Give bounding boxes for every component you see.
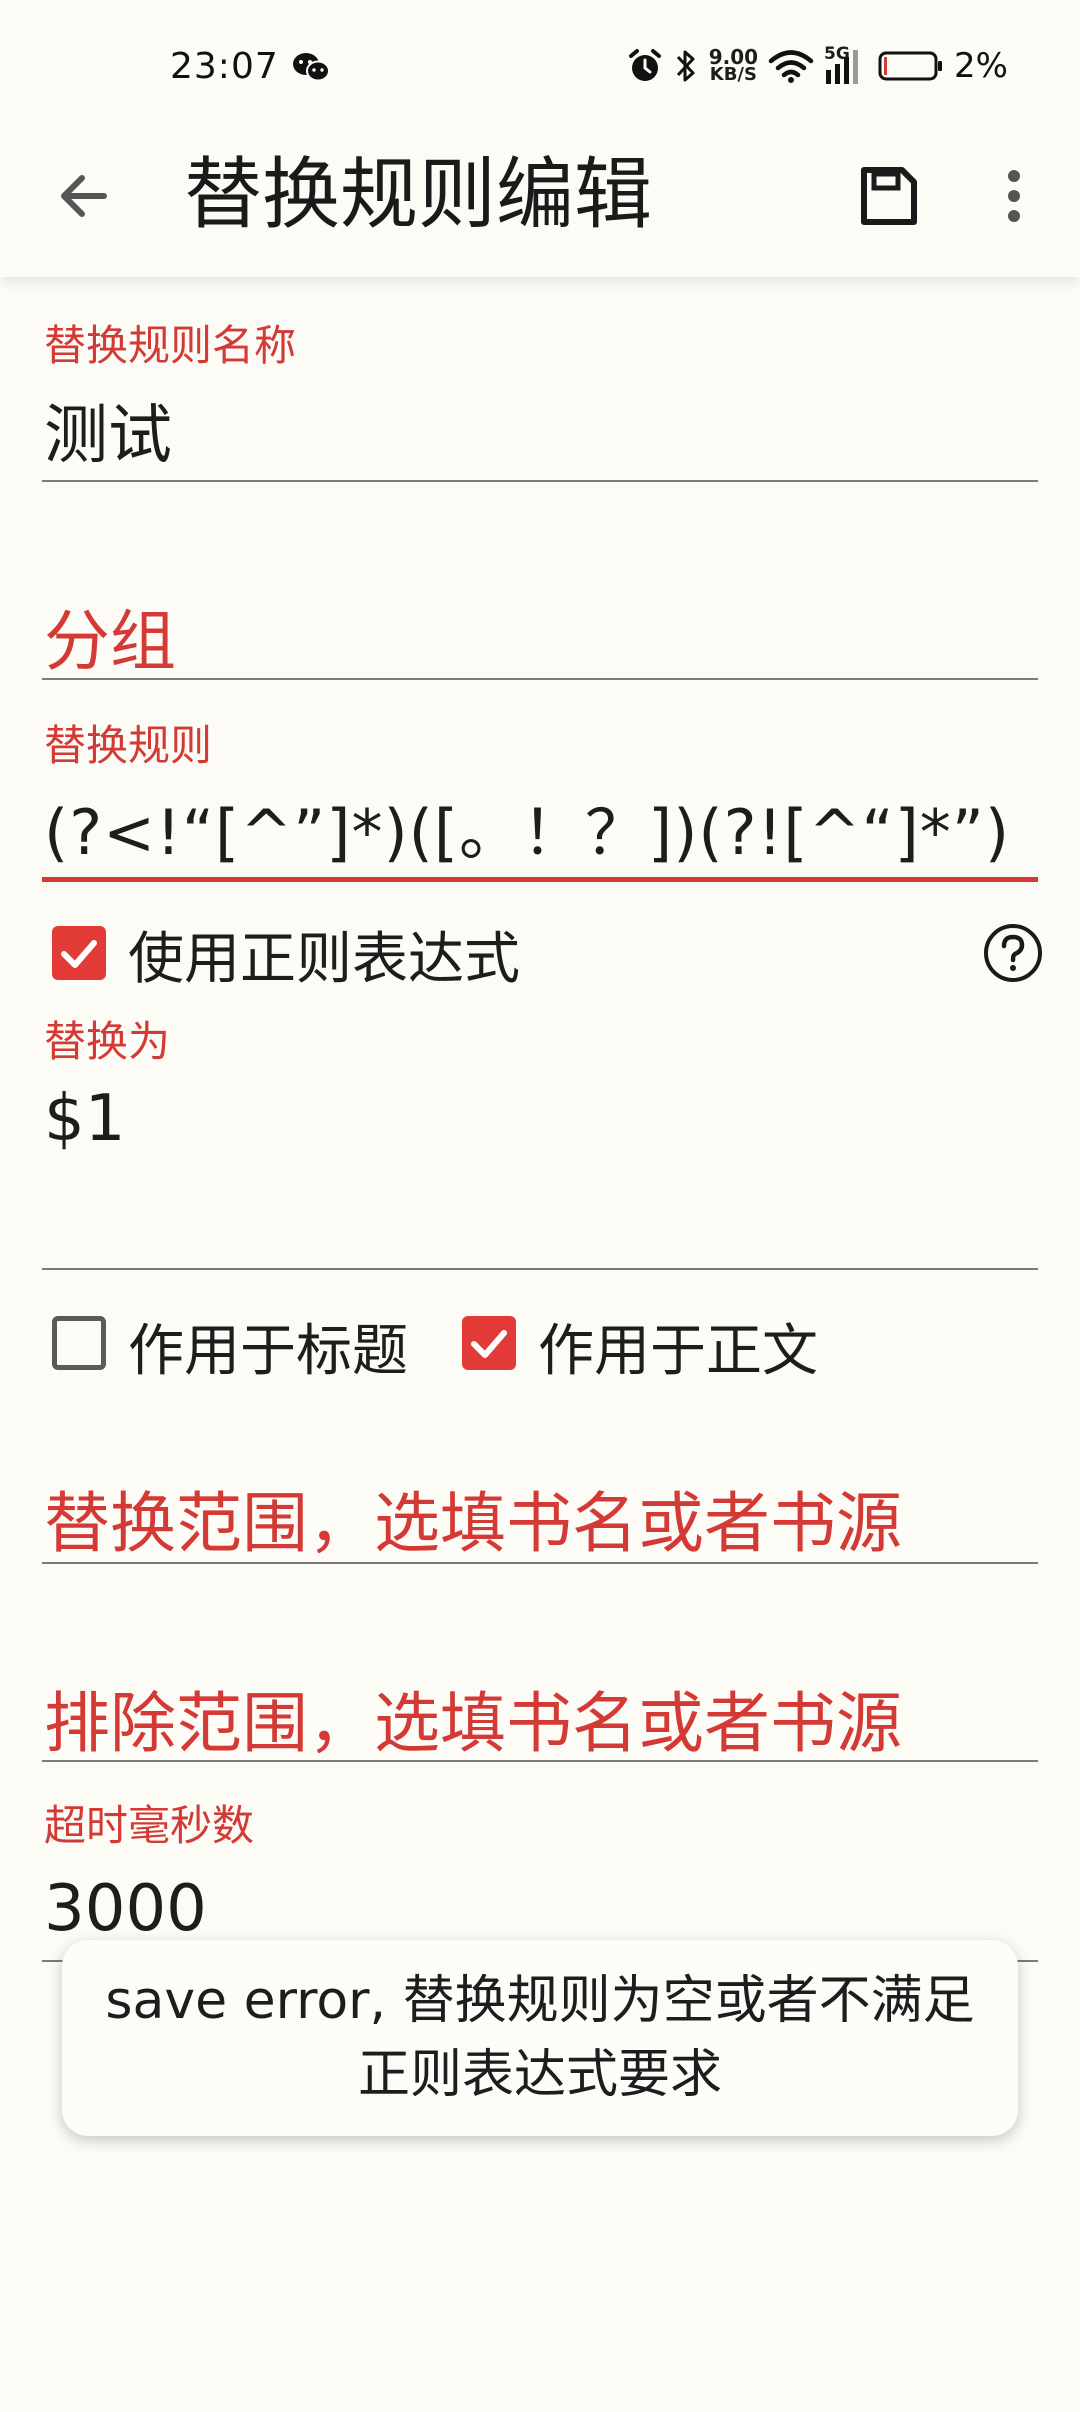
more-vert-icon[interactable] [1000,162,1028,230]
replacement-input[interactable]: $1 [44,1082,125,1156]
replacement-underline [42,1268,1038,1270]
battery-icon [878,51,943,81]
scope-content-label: 作用于正文 [538,1319,818,1384]
battery-percent: 2% [954,46,1008,86]
help-icon[interactable] [982,922,1044,984]
status-time: 23:07 [170,46,279,87]
error-toast: save error, 替换规则为空或者不满足正则表达式要求 [62,1940,1018,2136]
toast-message: save error, 替换规则为空或者不满足正则表达式要求 [105,1971,975,2105]
rule-name-underline [42,480,1038,482]
status-icons: 9.00 KB/S 5G 2% [627,44,1008,88]
rule-name-label: 替换规则名称 [44,321,297,370]
pattern-underline [42,877,1038,882]
scope-input[interactable]: 替换范围，选填书名或者书源 [44,1470,984,1566]
exclude-scope-input[interactable]: 排除范围，选填书名或者书源 [44,1670,984,1766]
bluetooth-icon [676,50,695,82]
alarm-icon [628,49,661,81]
wechat-icon [293,53,330,82]
pattern-input[interactable]: (?<!“[^”]*)([。！？])(?![^“]*”) [44,782,1010,872]
pattern-label: 替换规则 [44,721,213,770]
group-input[interactable]: 分组 [44,588,984,684]
page-title: 替换规则编辑 [184,150,653,240]
timeout-label: 超时毫秒数 [44,1801,255,1850]
scope-title-checkbox[interactable] [52,1316,106,1370]
net-speed: 9.00 KB/S [708,45,759,85]
use-regex-label: 使用正则表达式 [128,927,520,992]
scope-underline [42,1562,1038,1564]
timeout-input[interactable]: 3000 [44,1872,207,1946]
scope-title-label: 作用于标题 [128,1319,408,1384]
group-underline [42,678,1038,680]
use-regex-checkbox[interactable] [52,926,106,980]
exclude-scope-underline [42,1760,1038,1762]
rule-name-input[interactable]: 测试 [44,384,172,476]
back-arrow-icon[interactable] [52,164,116,228]
save-icon[interactable] [854,162,922,230]
replacement-label: 替换为 [44,1017,171,1066]
scope-content-checkbox[interactable] [462,1316,516,1370]
wifi-icon [768,50,814,83]
signal-icon: 5G [824,44,868,86]
